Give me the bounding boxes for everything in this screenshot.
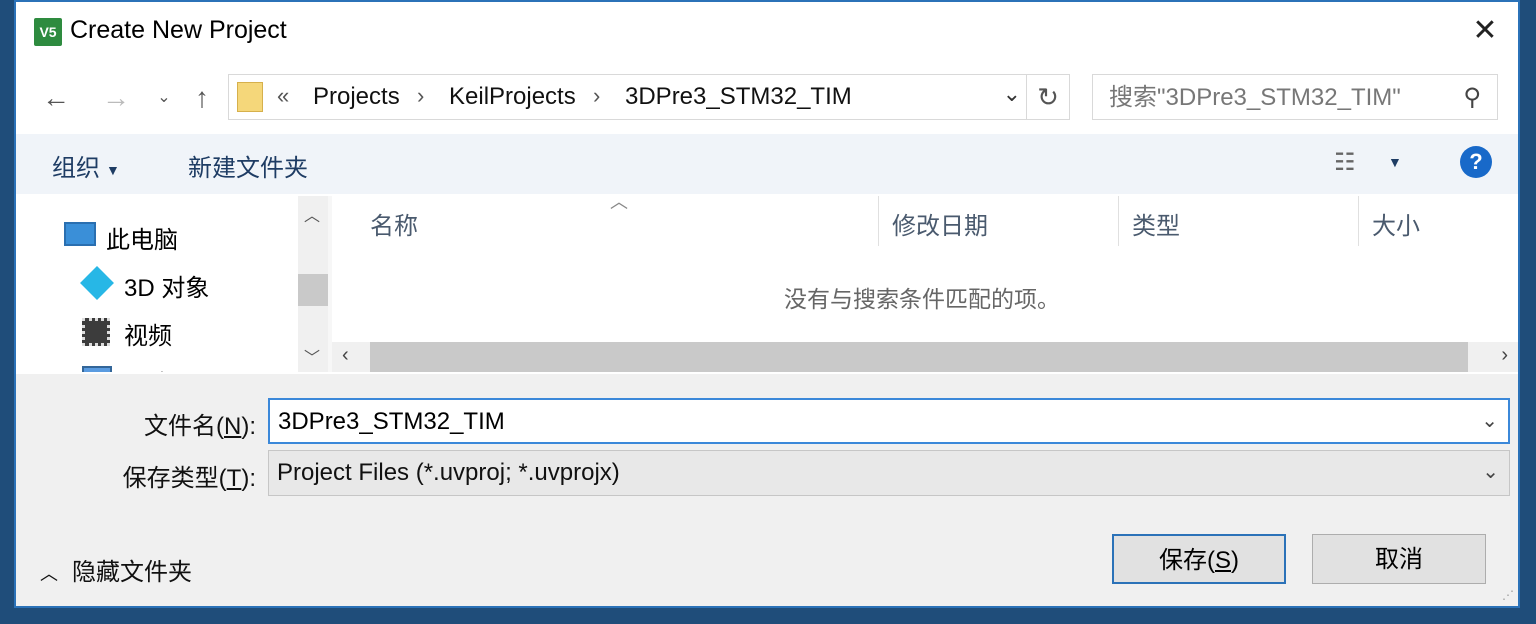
view-dropdown-icon[interactable]: ▼ [1388, 154, 1402, 170]
view-options-icon[interactable]: ☷ [1334, 148, 1356, 177]
scrollbar-thumb[interactable] [370, 342, 1468, 372]
file-list: ︿ 名称 修改日期 类型 大小 没有与搜索条件匹配的项。 ‹ › [332, 192, 1518, 372]
column-header-type[interactable]: 类型 [1132, 206, 1180, 241]
search-icon[interactable]: ⚲ [1463, 83, 1481, 112]
up-arrow-icon[interactable]: ↑ [182, 78, 222, 118]
refresh-icon[interactable]: ↻ [1026, 75, 1069, 119]
filetype-label-text: 保存类型( [122, 465, 227, 492]
filetype-value: Project Files (*.uvproj; *.uvprojx) [277, 459, 620, 486]
chevron-up-icon: ︿ [40, 564, 58, 584]
filetype-dropdown-icon[interactable]: ⌄ [1482, 459, 1499, 484]
caret-down-icon: ▼ [106, 161, 120, 178]
filename-access-key: N [223, 413, 242, 440]
create-project-dialog: V5 Create New Project ✕ ← → ⌄ ↑ « Projec… [14, 0, 1520, 608]
filename-label: 文件名(N): [16, 406, 256, 441]
hide-folders-toggle[interactable]: ︿ 隐藏文件夹 [40, 552, 192, 587]
save-label-end: ) [1231, 547, 1239, 574]
forward-arrow-icon[interactable]: → [96, 78, 136, 118]
filetype-label-end: ): [241, 465, 256, 492]
computer-icon [64, 222, 96, 246]
breadcrumb-separator-icon[interactable]: › [417, 83, 424, 109]
new-folder-button[interactable]: 新建文件夹 [188, 148, 308, 183]
save-form: 文件名(N): ⌄ 保存类型(T): Project Files (*.uvpr… [16, 374, 1518, 606]
filename-input[interactable] [276, 400, 1460, 444]
address-dropdown-icon[interactable]: ⌄ [1003, 81, 1021, 107]
scroll-left-icon[interactable]: ‹ [342, 344, 349, 367]
filename-combobox[interactable]: ⌄ [268, 398, 1510, 444]
search-input[interactable] [1107, 75, 1441, 121]
cancel-button[interactable]: 取消 [1312, 534, 1486, 584]
filename-label-end: ): [241, 413, 256, 440]
navigation-pane: 此电脑 3D 对象 视频 图片 [16, 196, 328, 372]
scroll-up-icon[interactable]: ︿ [304, 202, 320, 226]
help-icon[interactable]: ? [1460, 146, 1492, 178]
address-bar[interactable]: « Projects › KeilProjects › 3DPre3_STM32… [228, 74, 1070, 120]
breadcrumb-overflow[interactable]: « [277, 83, 289, 109]
window-title: Create New Project [70, 16, 287, 44]
nav-item-label: 此电脑 [106, 227, 178, 254]
video-icon [82, 318, 110, 346]
close-button[interactable]: ✕ [1468, 12, 1502, 50]
pictures-icon [82, 366, 112, 372]
column-divider[interactable] [878, 196, 879, 246]
scroll-right-icon[interactable]: › [1501, 344, 1508, 367]
filename-dropdown-icon[interactable]: ⌄ [1481, 408, 1498, 433]
filename-label-text: 文件名( [143, 413, 224, 440]
empty-results-message: 没有与搜索条件匹配的项。 [784, 286, 1060, 312]
recent-locations-chevron-icon[interactable]: ⌄ [144, 78, 184, 118]
sort-caret-icon: ︿ [610, 192, 628, 212]
breadcrumb-separator-icon[interactable]: › [593, 83, 600, 109]
command-toolbar: 组织 ▼ 新建文件夹 ☷ ▼ ? [16, 134, 1518, 194]
save-label: 保存( [1158, 547, 1215, 574]
save-button[interactable]: 保存(S) [1112, 534, 1286, 584]
nav-pane-scrollbar[interactable]: ︿ ﹀ [298, 196, 328, 372]
save-access-key: S [1214, 547, 1231, 574]
resize-grip-icon[interactable]: ⋰ [1502, 588, 1514, 602]
file-list-horizontal-scrollbar[interactable]: ‹ › [332, 342, 1518, 372]
navigation-bar: ← → ⌄ ↑ « Projects › KeilProjects › 3DPr… [16, 64, 1518, 132]
search-box[interactable]: ⚲ [1092, 74, 1498, 121]
organize-label: 组织 [52, 155, 100, 182]
column-divider[interactable] [1358, 196, 1359, 246]
nav-item-label: 视频 [124, 323, 172, 350]
column-header-name[interactable]: 名称 [370, 206, 418, 241]
organize-menu[interactable]: 组织 ▼ [52, 148, 120, 183]
filetype-select[interactable]: Project Files (*.uvproj; *.uvprojx) ⌄ [268, 450, 1510, 496]
breadcrumb-current-folder[interactable]: 3DPre3_STM32_TIM [625, 83, 852, 111]
3d-objects-icon [80, 266, 114, 300]
filetype-access-key: T [226, 465, 242, 492]
folder-icon [237, 82, 263, 112]
filetype-label: 保存类型(T): [16, 458, 256, 493]
nav-item-label: 图片 [124, 364, 172, 372]
scrollbar-thumb[interactable] [298, 274, 328, 306]
scroll-down-icon[interactable]: ﹀ [304, 344, 320, 368]
breadcrumb-keilprojects[interactable]: KeilProjects [449, 83, 576, 111]
column-divider[interactable] [1118, 196, 1119, 246]
back-arrow-icon[interactable]: ← [36, 78, 76, 118]
breadcrumb-projects[interactable]: Projects [313, 83, 400, 111]
title-bar: V5 Create New Project ✕ [16, 2, 1518, 62]
hide-folders-label: 隐藏文件夹 [72, 559, 192, 586]
column-header-date[interactable]: 修改日期 [892, 206, 988, 241]
keil-app-icon: V5 [34, 18, 62, 46]
column-header-size[interactable]: 大小 [1372, 206, 1420, 241]
nav-item-label: 3D 对象 [124, 275, 210, 302]
